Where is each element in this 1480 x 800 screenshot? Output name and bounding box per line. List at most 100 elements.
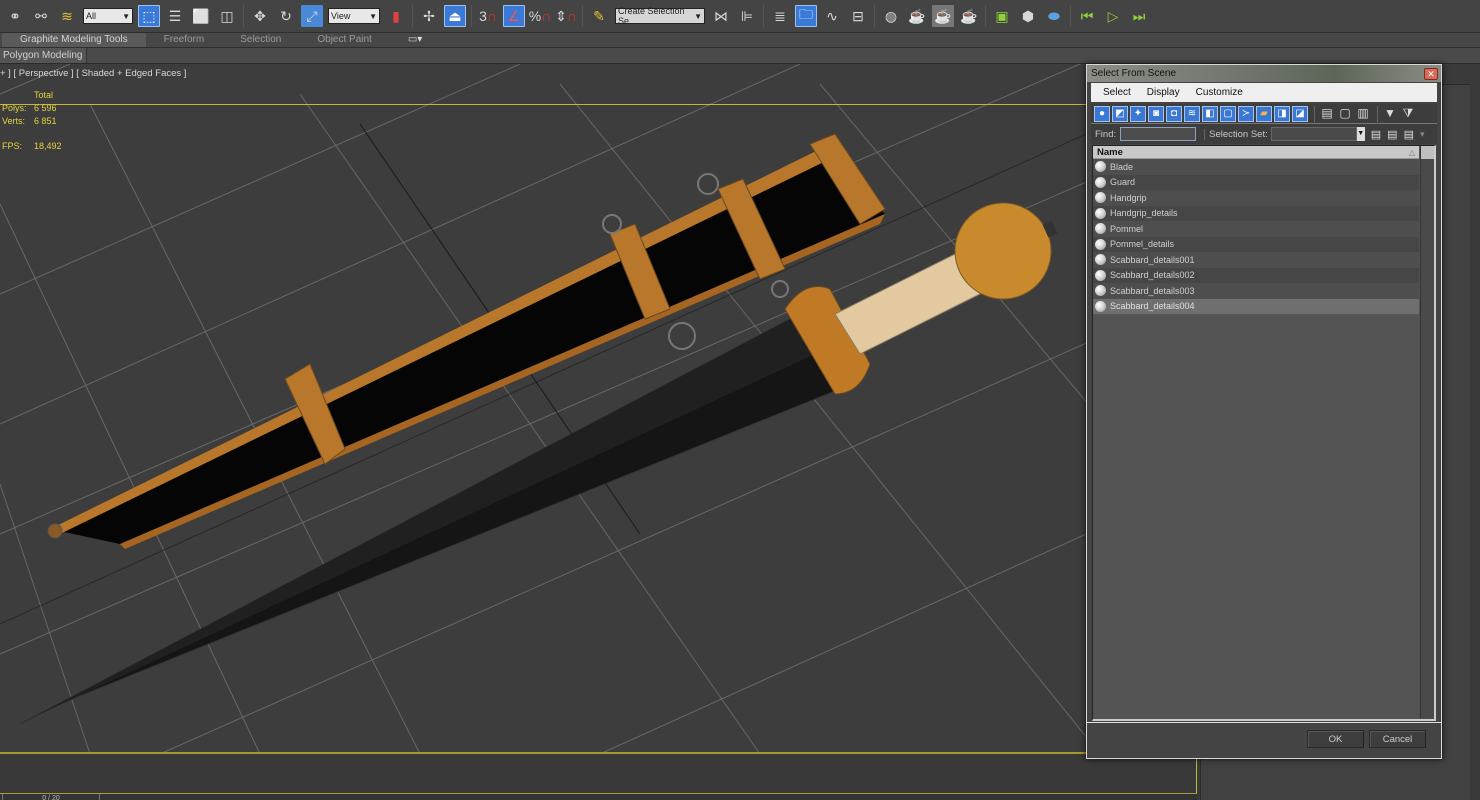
snap-toggle-icon[interactable]: 3 ∩ <box>477 5 499 27</box>
layer-manager-icon[interactable]: ≣ <box>769 5 791 27</box>
find-input[interactable] <box>1120 127 1197 141</box>
schematic-view-icon[interactable]: ⊟ <box>847 5 869 27</box>
reference-coord-dropdown[interactable]: View ▼ <box>328 8 380 24</box>
display-xrefs-icon[interactable]: ▢ <box>1220 105 1236 122</box>
list-item[interactable]: Blade <box>1093 159 1419 175</box>
render-icon[interactable]: ☕ <box>958 5 980 27</box>
display-groups-icon[interactable]: ◧ <box>1202 105 1218 122</box>
display-bones-icon[interactable]: ≻ <box>1238 105 1254 122</box>
tab-freeform[interactable]: Freeform <box>146 33 223 47</box>
remove-from-set-icon[interactable]: ▤ <box>1387 128 1397 141</box>
filter-icon[interactable]: ▼ <box>1382 106 1398 122</box>
add-to-set-icon[interactable]: ▤ <box>1404 128 1414 141</box>
rendered-frame-icon[interactable]: ☕ <box>932 5 954 27</box>
create-selection-set-icon[interactable]: ▤ <box>1371 128 1381 141</box>
material-editor-icon[interactable]: ◍ <box>880 5 902 27</box>
dialog-menu-bar: Select Display Customize <box>1091 83 1437 102</box>
display-frozen-icon[interactable]: ◨ <box>1274 105 1290 122</box>
polygon-modeling-panel[interactable]: Polygon Modeling <box>0 48 87 63</box>
tab-object-paint[interactable]: Object Paint <box>299 33 389 47</box>
object-rows: Blade Guard Handgrip Handgrip_details Pommel… <box>1093 159 1434 314</box>
scene-object-list: Name △ Blade Guard Handgrip Handgrip_detail… <box>1092 145 1436 721</box>
edit-named-selection-icon[interactable]: ✎ <box>588 5 610 27</box>
cancel-button[interactable]: Cancel <box>1369 730 1426 748</box>
curve-editor-icon[interactable]: ∿ <box>821 5 843 27</box>
display-none-icon[interactable]: ▢ <box>1337 106 1353 122</box>
display-space-warps-icon[interactable]: ≋ <box>1184 105 1200 122</box>
icon-separator <box>1377 105 1378 122</box>
angle-snap-icon[interactable]: ∠ <box>503 5 525 27</box>
options-dropdown-icon[interactable]: ▾ <box>1420 129 1425 140</box>
bind-space-warp-icon[interactable]: ≋ <box>56 5 78 27</box>
menu-select[interactable]: Select <box>1103 87 1131 98</box>
move-icon[interactable]: ✥ <box>249 5 271 27</box>
particle-view-icon[interactable]: ⬬ <box>1043 5 1065 27</box>
mirror-icon[interactable]: ⋈ <box>710 5 732 27</box>
display-shapes-icon[interactable]: ◩ <box>1112 105 1128 122</box>
list-item[interactable]: Guard <box>1093 174 1419 190</box>
percent-snap-icon[interactable]: % ∩ <box>529 5 552 27</box>
timeline-icon[interactable]: ⬢ <box>1017 5 1039 27</box>
list-item[interactable]: Handgrip <box>1093 190 1419 206</box>
spinner-snap-icon[interactable]: ⇕ ∩ <box>555 5 577 27</box>
list-item[interactable]: Scabbard_details002 <box>1093 267 1419 283</box>
dialog-title-bar[interactable]: Select From Scene ✕ <box>1087 65 1441 82</box>
scene-explorer-icon[interactable]: 🗀 <box>795 5 817 27</box>
perspective-viewport[interactable]: + ] [ Perspective ] [ Shaded + Edged Fac… <box>0 64 1197 754</box>
list-scrollbar[interactable] <box>1420 146 1434 719</box>
display-hidden-icon[interactable]: ◪ <box>1292 105 1308 122</box>
display-lights-icon[interactable]: ✦ <box>1130 105 1146 122</box>
list-item[interactable]: Scabbard_details003 <box>1093 283 1419 299</box>
select-manipulate-icon[interactable]: ✢ <box>418 5 440 27</box>
list-item[interactable]: Scabbard_details004 <box>1093 298 1419 314</box>
tab-selection[interactable]: Selection <box>222 33 299 47</box>
next-frame-icon[interactable]: ⏭ <box>1128 5 1150 27</box>
selection-filter-dropdown[interactable]: All ▼ <box>83 8 133 24</box>
display-helpers-icon[interactable]: ◘ <box>1166 105 1182 122</box>
filter-list-icon[interactable]: ⧩ <box>1400 106 1416 122</box>
scale-icon[interactable]: ⤢ <box>301 5 323 27</box>
select-object-icon[interactable]: ⬚ <box>138 5 160 27</box>
play-icon[interactable]: ▷ <box>1102 5 1124 27</box>
window-crossing-icon[interactable]: ◫ <box>216 5 238 27</box>
render-setup-icon[interactable]: ☕ <box>906 5 928 27</box>
named-selection-dropdown[interactable]: Create Selection Se ▼ <box>615 6 705 26</box>
tab-graphite-modeling-tools[interactable]: Graphite Modeling Tools <box>2 33 146 47</box>
list-item[interactable]: Pommel_details <box>1093 236 1419 252</box>
geometry-object-icon <box>1095 285 1106 297</box>
object-name: Scabbard_details004 <box>1110 301 1195 312</box>
previous-frame-icon[interactable]: ⏮ <box>1076 5 1098 27</box>
icon-separator <box>1314 105 1315 122</box>
list-item[interactable]: Scabbard_details001 <box>1093 252 1419 268</box>
display-geometry-icon[interactable]: ● <box>1094 105 1110 122</box>
geometry-object-icon <box>1095 223 1106 235</box>
align-icon[interactable]: ⊫ <box>736 5 758 27</box>
ok-button[interactable]: OK <box>1307 730 1364 748</box>
list-item[interactable]: Handgrip_details <box>1093 205 1419 221</box>
display-containers-icon[interactable]: ▰ <box>1256 105 1272 122</box>
polys-value: 6 596 <box>34 103 57 113</box>
chevron-down-icon[interactable]: ▼ <box>1356 127 1365 141</box>
menu-customize[interactable]: Customize <box>1196 87 1243 98</box>
select-by-name-icon[interactable]: ☰ <box>164 5 186 27</box>
list-item[interactable]: Pommel <box>1093 221 1419 237</box>
display-cameras-icon[interactable]: ◙ <box>1148 105 1164 122</box>
column-header-name[interactable]: Name △ <box>1093 146 1419 159</box>
viewport-label[interactable]: + ] [ Perspective ] [ Shaded + Edged Fac… <box>0 68 186 79</box>
menu-display[interactable]: Display <box>1147 87 1180 98</box>
selection-set-dropdown[interactable] <box>1270 127 1357 141</box>
keyframe-icon[interactable]: ▣ <box>991 5 1013 27</box>
keyboard-shortcut-icon[interactable]: ⏏ <box>444 5 466 27</box>
display-all-icon[interactable]: ▤ <box>1319 106 1335 122</box>
ribbon-options-icon[interactable]: ▭▾ <box>390 33 440 47</box>
main-toolbar: ⚭ ⚯ ≋ All ▼ ⬚ ☰ ⬜ ◫ ✥ ↻ ⤢ View ▼ ▮ ✢ ⏏ 3 ∩ … <box>0 0 1480 33</box>
object-name: Handgrip_details <box>1110 208 1178 219</box>
pivot-icon[interactable]: ▮ <box>385 5 407 27</box>
unlink-icon[interactable]: ⚯ <box>30 5 52 27</box>
rect-selection-icon[interactable]: ⬜ <box>190 5 212 27</box>
close-icon[interactable]: ✕ <box>1424 67 1438 80</box>
rotate-icon[interactable]: ↻ <box>275 5 297 27</box>
time-slider[interactable]: 0 / 20 <box>2 794 100 800</box>
link-icon[interactable]: ⚭ <box>4 5 26 27</box>
display-invert-icon[interactable]: ▥ <box>1355 106 1371 122</box>
